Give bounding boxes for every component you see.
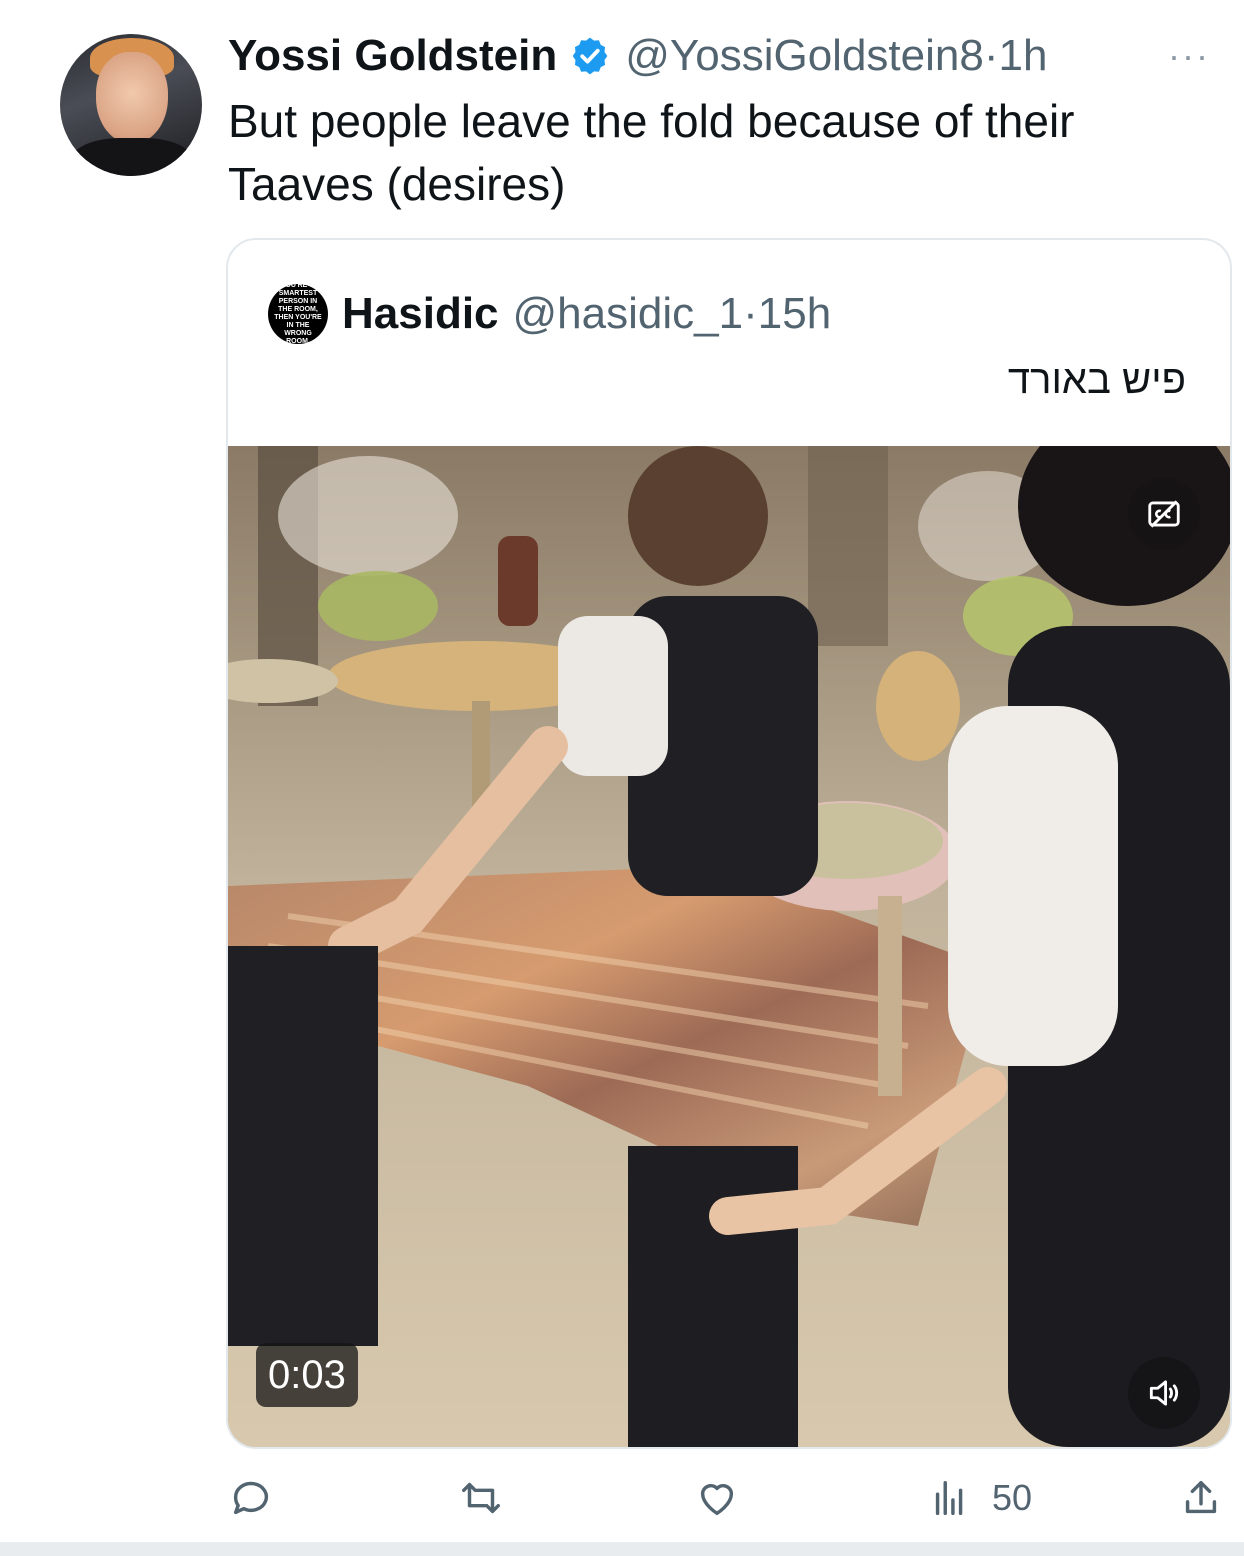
curtain-right: [808, 446, 888, 646]
person-background: [498, 536, 538, 626]
waiter-center-shirt: [558, 616, 668, 776]
like-button[interactable]: [694, 1466, 740, 1530]
volume-muted-icon: [1149, 1380, 1179, 1406]
reply-icon: [233, 1481, 269, 1515]
quoted-author-name[interactable]: Hasidic: [342, 289, 499, 339]
video-frame: [228, 446, 1230, 1447]
reply-button[interactable]: [228, 1466, 274, 1530]
chair-back: [876, 651, 960, 761]
quoted-author-avatar[interactable]: IF YOU'RE THE SMARTEST PERSON IN THE ROO…: [268, 282, 328, 345]
flowers-left: [318, 571, 438, 641]
quoted-tweet[interactable]: IF YOU'RE THE SMARTEST PERSON IN THE ROO…: [226, 238, 1232, 1449]
quoted-tweet-text: פיש באורד: [1007, 358, 1186, 402]
quoted-tweet-time: 15h: [757, 289, 832, 338]
waiter-left-legs: [228, 946, 378, 1346]
waiter-center-legs: [628, 1146, 798, 1447]
captions-off-icon: [1148, 500, 1180, 528]
waiter-center-head: [628, 446, 768, 586]
chandelier-left: [278, 456, 458, 576]
quoted-handle-text: @hasidic_1: [512, 289, 744, 338]
waiter-right-shirt: [948, 706, 1118, 1066]
retweet-icon: [462, 1482, 500, 1514]
mute-button[interactable]: [1128, 1357, 1200, 1429]
avatar-face: [96, 52, 168, 144]
separator-dot: ·: [983, 31, 999, 80]
cake-pedestal: [878, 896, 902, 1096]
quoted-author-handle[interactable]: @hasidic_1·15h: [513, 289, 832, 339]
share-button[interactable]: [1178, 1466, 1224, 1530]
avatar-shirt: [70, 138, 194, 176]
quoted-separator-dot: ·: [743, 289, 758, 338]
tweet-header: Yossi Goldstein @YossiGoldstein8·1h ···: [228, 30, 1214, 82]
views-count: 50: [992, 1477, 1033, 1518]
tweet-actions: 50: [228, 1466, 1224, 1530]
captions-button[interactable]: [1128, 478, 1200, 550]
quoted-tweet-header: Hasidic @hasidic_1·15h: [342, 286, 831, 342]
quoted-avatar-text: IF YOU'RE THE SMARTEST PERSON IN THE ROO…: [272, 282, 324, 345]
author-handle-text: @YossiGoldstein8: [625, 31, 984, 80]
author-name[interactable]: Yossi Goldstein: [228, 31, 557, 81]
tweet-time[interactable]: 1h: [998, 31, 1047, 80]
author-avatar[interactable]: [60, 34, 202, 176]
tweet-text: But people leave the fold because of the…: [228, 95, 1075, 210]
retweet-button[interactable]: [458, 1466, 504, 1530]
verified-badge-icon: [572, 37, 608, 75]
video-player[interactable]: 0:03: [228, 446, 1230, 1447]
bottom-divider: [0, 1542, 1244, 1556]
views-icon: [935, 1480, 963, 1516]
author-handle[interactable]: @YossiGoldstein8·1h: [625, 31, 1047, 81]
more-options-icon[interactable]: ···: [1168, 30, 1210, 82]
video-timestamp: 0:03: [256, 1343, 358, 1407]
views-button[interactable]: 50: [928, 1466, 1032, 1530]
share-icon: [1185, 1480, 1217, 1514]
heart-icon: [700, 1483, 734, 1516]
